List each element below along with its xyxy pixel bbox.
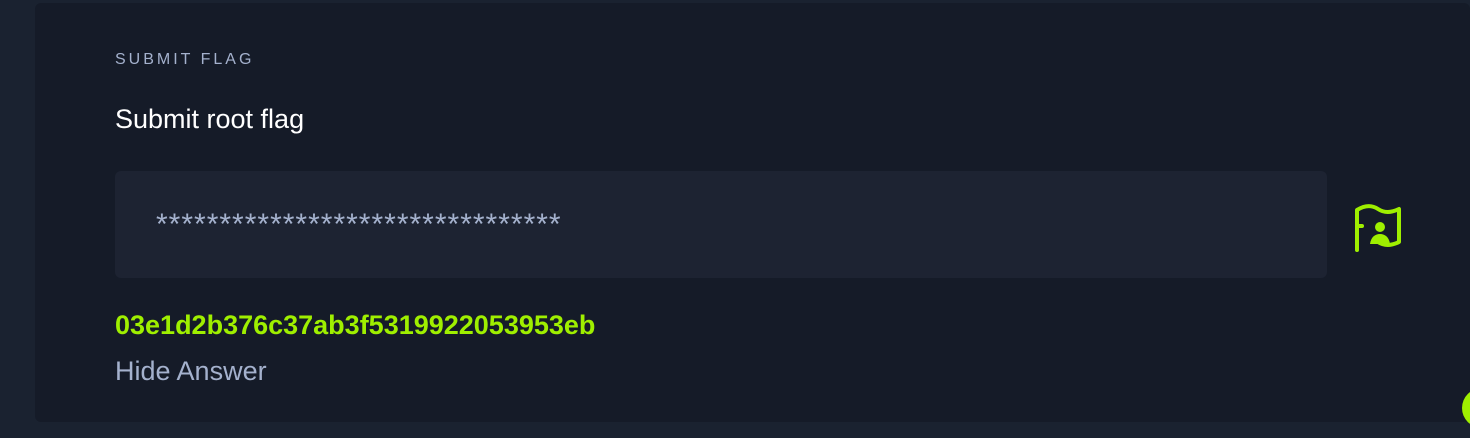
flag-user-icon	[1355, 204, 1401, 252]
task-title: Submit root flag	[115, 104, 305, 134]
flag-answer: 03e1d2b376c37ab3f5319922053953eb	[115, 310, 596, 340]
section-eyebrow: SUBMIT FLAG	[115, 51, 255, 68]
hide-answer-link[interactable]: Hide Answer	[115, 356, 267, 387]
page: SUBMIT FLAG Submit root flag 03e1d2b376c…	[0, 0, 1470, 438]
submit-flag-button[interactable]	[1347, 200, 1409, 256]
submit-flag-card: SUBMIT FLAG Submit root flag 03e1d2b376c…	[35, 3, 1470, 422]
flag-input-container	[115, 171, 1327, 278]
flag-input[interactable]	[115, 171, 1327, 278]
